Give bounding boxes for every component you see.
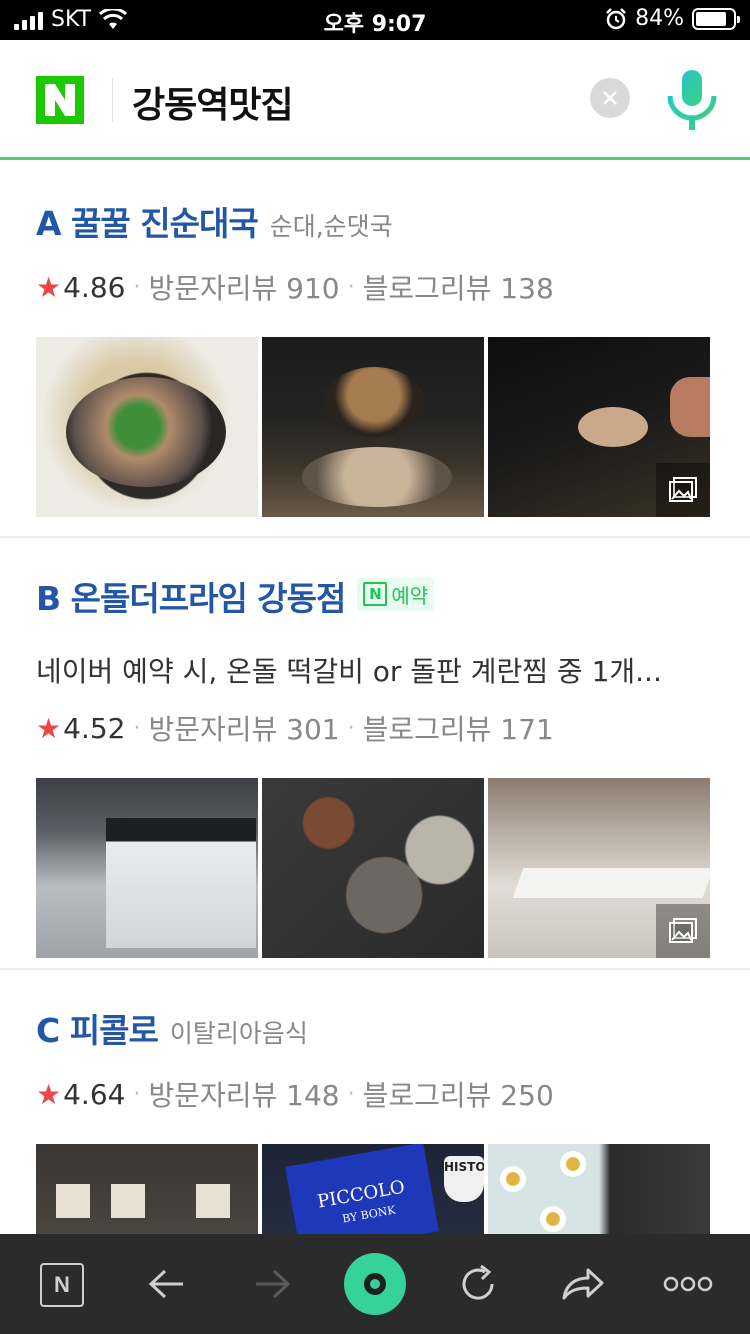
photo-thumbnail[interactable]: PICCOLO BY BONK HISTO [262, 1144, 484, 1240]
mic-icon[interactable] [664, 68, 720, 132]
result-name: 온돌더프라임 강동점 [70, 579, 347, 618]
share-icon [562, 1268, 604, 1300]
star-icon: ★ [36, 711, 62, 745]
result-letter: B [36, 579, 61, 618]
battery-percent: 84% [635, 6, 684, 31]
photo-strip: PICCOLO BY BONK HISTO [36, 1144, 714, 1240]
result-item[interactable]: B 온돌더프라임 강동점 N 예약 네이버 예약 시, 온돌 떡갈비 or 돌판… [0, 538, 750, 968]
rating-row: ★ 4.86 · 방문자리뷰 910 · 블로그리뷰 138 [36, 267, 714, 307]
share-button[interactable] [543, 1234, 623, 1334]
photo-strip [36, 778, 714, 958]
rating-row: ★ 4.52 · 방문자리뷰 301 · 블로그리뷰 171 [36, 708, 714, 748]
status-right: 84% [605, 6, 740, 31]
naver-logo-icon[interactable] [36, 76, 84, 124]
bottom-toolbar: N [0, 1234, 750, 1334]
photo-route-sign: HISTO [444, 1156, 484, 1202]
rating-score: 4.64 [63, 1077, 126, 1111]
separator-dot: · [133, 274, 141, 300]
more-button[interactable] [648, 1234, 728, 1334]
results-list: A 꿀꿀 진순대국 순대,순댓국 ★ 4.86 · 방문자리뷰 910 · 블로… [0, 163, 750, 1240]
result-letter: A [36, 204, 62, 243]
back-button[interactable] [127, 1234, 207, 1334]
separator-dot: · [133, 715, 141, 741]
result-letter: C [36, 1011, 60, 1050]
alarm-icon [606, 7, 626, 29]
reservation-badge[interactable]: N 예약 [357, 577, 435, 611]
result-title-row: B 온돌더프라임 강동점 N 예약 [36, 572, 714, 620]
calendar-icon: N [363, 582, 388, 606]
result-item[interactable]: C 피콜로 이탈리아음식 ★ 4.64 · 방문자리뷰 148 · 블로그리뷰 … [0, 970, 750, 1240]
photo-thumbnail[interactable] [262, 778, 484, 958]
result-title[interactable]: C 피콜로 [36, 1004, 159, 1052]
more-icon [663, 1276, 713, 1292]
result-description: 네이버 예약 시, 온돌 떡갈비 or 돌판 계란찜 중 1개... [36, 655, 662, 688]
photo-thumbnail[interactable] [488, 337, 710, 517]
back-arrow-icon [148, 1269, 183, 1299]
visitor-reviews[interactable]: 방문자리뷰 910 [148, 267, 339, 307]
blog-reviews[interactable]: 블로그리뷰 138 [363, 267, 554, 307]
forward-button[interactable] [232, 1234, 312, 1334]
separator-dot: · [347, 274, 355, 300]
reservation-label: 예약 [391, 583, 429, 608]
refresh-button[interactable] [438, 1234, 518, 1334]
photo-thumbnail[interactable] [262, 337, 484, 517]
photo-thumbnail[interactable] [488, 778, 710, 958]
search-input[interactable]: 강동역맛집 [132, 76, 294, 128]
refresh-icon [462, 1264, 494, 1300]
separator-dot: · [133, 1081, 141, 1107]
status-bar: SKT 오후 9:07 84% [0, 0, 750, 40]
result-category: 이탈리아음식 [169, 1019, 308, 1048]
gallery-icon[interactable] [656, 463, 710, 517]
close-icon [603, 91, 617, 105]
search-header: 강동역맛집 [0, 40, 750, 160]
result-title-row: C 피콜로 이탈리아음식 [36, 1004, 714, 1052]
result-category: 순대,순댓국 [269, 212, 393, 241]
visitor-reviews[interactable]: 방문자리뷰 301 [148, 708, 339, 748]
clear-button[interactable] [590, 78, 630, 118]
blog-reviews[interactable]: 블로그리뷰 250 [363, 1074, 554, 1114]
result-title-row: A 꿀꿀 진순대국 순대,순댓국 [36, 197, 714, 245]
result-name: 꿀꿀 진순대국 [71, 204, 259, 243]
rating-score: 4.86 [63, 270, 126, 304]
gallery-icon[interactable] [656, 904, 710, 958]
rating-score: 4.52 [63, 711, 126, 745]
rating-row: ★ 4.64 · 방문자리뷰 148 · 블로그리뷰 250 [36, 1074, 714, 1114]
result-name: 피콜로 [69, 1011, 159, 1050]
green-dot-button[interactable] [344, 1253, 406, 1315]
separator-dot: · [347, 715, 355, 741]
photo-thumbnail[interactable] [36, 337, 258, 517]
separator-dot: · [347, 1081, 355, 1107]
naver-home-icon[interactable]: N [40, 1263, 84, 1307]
star-icon: ★ [36, 270, 62, 304]
result-item[interactable]: A 꿀꿀 진순대국 순대,순댓국 ★ 4.86 · 방문자리뷰 910 · 블로… [0, 163, 750, 536]
photo-thumbnail[interactable] [36, 1144, 258, 1240]
battery-icon [692, 7, 740, 30]
star-icon: ★ [36, 1077, 62, 1111]
photo-thumbnail[interactable] [488, 1144, 710, 1240]
photo-thumbnail[interactable] [36, 778, 258, 958]
visitor-reviews[interactable]: 방문자리뷰 148 [148, 1074, 339, 1114]
photo-strip [36, 337, 714, 517]
result-title[interactable]: A 꿀꿀 진순대국 [36, 197, 259, 245]
forward-arrow-icon [256, 1269, 291, 1299]
blog-reviews[interactable]: 블로그리뷰 171 [363, 708, 554, 748]
green-dot-icon [364, 1273, 386, 1295]
result-title[interactable]: B 온돌더프라임 강동점 [36, 572, 347, 620]
header-divider [112, 78, 113, 122]
